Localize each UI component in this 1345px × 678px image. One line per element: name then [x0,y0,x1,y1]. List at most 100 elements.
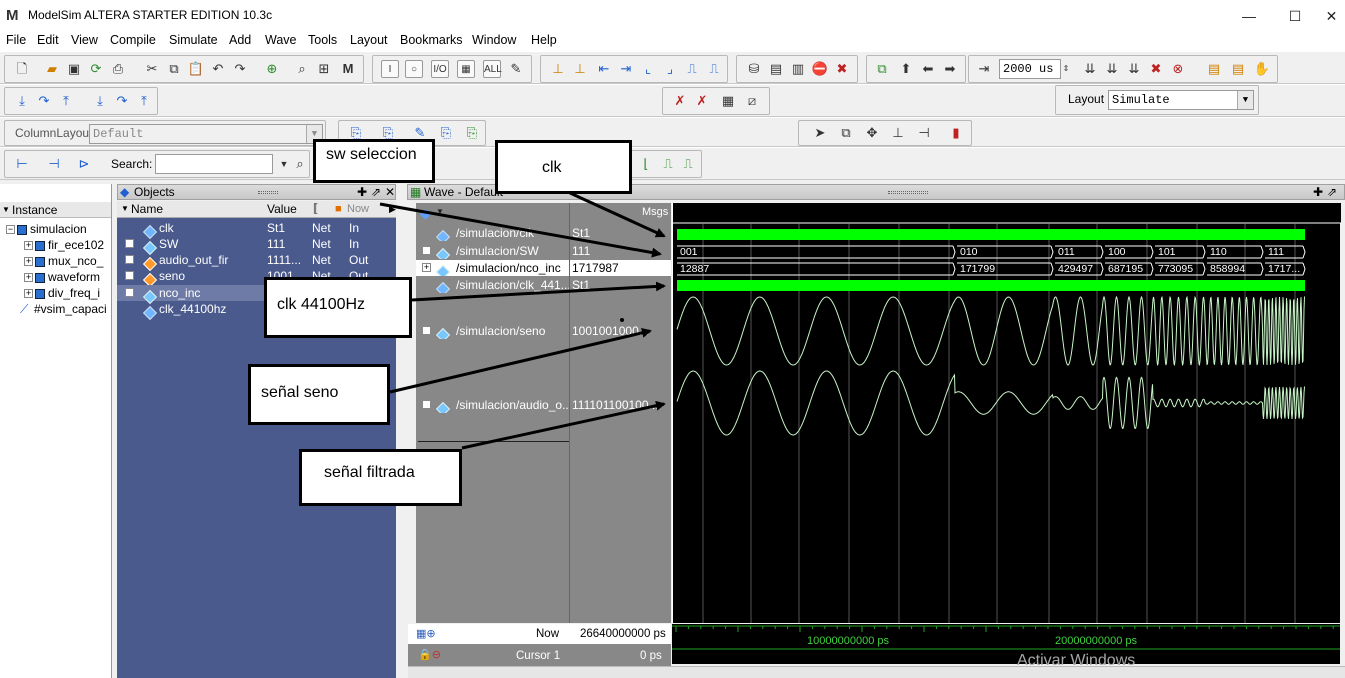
step-over-2-icon[interactable]: ↷ [35,92,53,110]
step-out-icon[interactable]: ⤒ [57,92,75,110]
pin-icon[interactable]: ✚ [1312,185,1324,199]
continue-icon[interactable]: ⇊ [1103,60,1121,78]
tree-expander[interactable]: − [6,225,15,235]
maximize-button[interactable]: ☐ [1272,4,1318,28]
menu-bookmarks[interactable]: Bookmarks [400,33,463,47]
find-prev-edge-icon[interactable]: ⌞ [639,60,657,78]
select-pointer-icon[interactable]: ➤ [811,124,829,142]
edit-mode-icon[interactable]: ⊥ [889,124,907,142]
print-icon[interactable]: ⎙ [109,60,127,78]
wave-copy-icon[interactable]: ⎘ [437,124,455,142]
wave-menu-icon[interactable]: ◆ [420,205,431,222]
save-icon[interactable]: ▣ [65,60,83,78]
tree-item-div-freq[interactable]: + div_freq_i [24,285,110,301]
wave-signal-row[interactable]: /simulacion/clk_441... [416,277,570,293]
edge-prev-icon[interactable]: ⌊ [637,155,655,173]
waveform-canvas[interactable]: 001 010 011 100 101 110 111 12887 171799 429497 6… [672,203,1341,623]
stop-run-icon[interactable]: ⊗ [1169,60,1187,78]
edge-find-icon[interactable]: ⎍ [679,155,697,173]
compile-selected-icon[interactable]: I/O [431,60,449,78]
menu-layout[interactable]: Layout [350,33,388,47]
cut-icon[interactable]: ✂ [143,60,161,78]
menu-window[interactable]: Window [472,33,516,47]
step-into-icon[interactable]: ⤓ [13,92,31,110]
object-row[interactable]: clk St1 Net In [117,220,396,239]
modelsim-icon[interactable]: M [339,60,357,78]
prev-transition-icon[interactable]: ⇤ [595,60,613,78]
forward-arrow-icon[interactable]: ➡ [941,60,959,78]
search-input[interactable] [155,154,273,174]
wave-paste-icon[interactable]: ⎘ [463,124,481,142]
tree-expander[interactable]: + [125,255,134,264]
object-row[interactable]: + audio_out_fir 1111... Net Out [117,252,396,271]
delete-cursor-icon[interactable]: ⊥ [571,60,589,78]
run-length-spinner-icon[interactable]: ⇕ [1061,60,1071,78]
menu-compile[interactable]: Compile [110,33,156,47]
undock-icon[interactable]: ⇗ [1326,185,1338,199]
undock-icon[interactable]: ⇗ [370,185,382,199]
open-folder-icon[interactable]: ▰ [43,60,61,78]
step-into-2-icon[interactable]: ⤓ [91,92,109,110]
dataflow-icon[interactable]: ⛁ [745,60,763,78]
run-icon[interactable]: ⇊ [1081,60,1099,78]
delete-all-icon[interactable]: ✗ [693,92,711,110]
new-file-icon[interactable]: 🗋 [13,60,31,78]
menu-wave[interactable]: Wave [265,33,297,47]
menu-simulate[interactable]: Simulate [169,33,218,47]
menu-tools[interactable]: Tools [308,33,337,47]
refresh-icon[interactable]: ⟳ [87,60,105,78]
simulate-icon[interactable]: ▦ [457,60,475,78]
menu-view[interactable]: View [71,33,98,47]
wave-signal-row[interactable]: + /simulacion/audio_o... [416,397,570,413]
up-arrow-icon[interactable]: ⬆ [897,60,915,78]
rising-edge-icon[interactable]: ⎍ [705,60,723,78]
list-icon[interactable]: ▥ [789,60,807,78]
tree-expander[interactable]: + [24,257,33,267]
column-layout-select[interactable]: Default ▼ [89,124,323,144]
minimize-button[interactable]: — [1226,4,1272,28]
tree-expander[interactable]: + [422,400,431,409]
structure-icon[interactable]: ⊞ [315,60,333,78]
break-icon[interactable]: ALL [483,60,502,78]
close-pane-icon[interactable]: ✕ [384,185,396,199]
timeline[interactable]: 10000000000 ps 20000000000 ps [672,624,1340,664]
search-binoculars-icon[interactable]: ⌕ [291,155,309,173]
tree-item-simulacion[interactable]: − simulacion [6,221,110,237]
insert-cursor-icon[interactable]: ⊥ [549,60,567,78]
chevron-down-icon[interactable]: ▼ [436,207,444,216]
layout-select[interactable]: Simulate ▼ [1108,90,1254,110]
step-over-icon[interactable]: ▤ [1229,60,1247,78]
wave-signal-row[interactable]: /simulacion/clk [416,225,570,241]
find-next-edge-icon[interactable]: ⌟ [661,60,679,78]
wave-signal-row[interactable]: + /simulacion/SW [416,243,570,259]
run-length-icon[interactable]: ⇥ [975,60,993,78]
tree-expander[interactable]: + [24,241,33,251]
step-over-3-icon[interactable]: ↷ [113,92,131,110]
column-now[interactable]: Now [347,201,369,217]
step-out-2-icon[interactable]: ⤒ [135,92,153,110]
clear-icon[interactable]: ⧄ [743,92,761,110]
falling-edge-icon[interactable]: ⎍ [683,60,701,78]
cursor-lock-icon[interactable]: 🔒⊖ [418,648,441,661]
tree-item-mux-nco[interactable]: + mux_nco_ [24,253,110,269]
undo-icon[interactable]: ↶ [209,60,227,78]
pin-icon[interactable]: ✚ [356,185,368,199]
tree-expander[interactable]: + [125,288,134,297]
tree-expander[interactable]: + [24,273,33,283]
hierarchy-down-icon[interactable]: ⊳ [75,155,93,173]
now-icons[interactable]: ▦⊕ [416,627,436,640]
break-sim-icon[interactable]: ✖ [833,60,851,78]
menu-file[interactable]: File [6,33,26,47]
object-row[interactable]: + SW 111 Net In [117,236,396,255]
tree-expander[interactable]: + [422,246,431,255]
column-value[interactable]: Value [267,201,297,217]
chevron-down-icon[interactable]: ▼ [1237,91,1253,109]
step-icon[interactable]: ▤ [1205,60,1223,78]
scroll-right-icon[interactable]: ▶ [389,201,396,217]
tree-expander[interactable]: + [422,326,431,335]
horizontal-scrollbar[interactable] [408,666,1345,678]
redo-icon[interactable]: ↷ [231,60,249,78]
left-arrow-icon[interactable]: ⬅ [919,60,937,78]
find-icon[interactable]: ⌕ [293,60,311,78]
restart-icon[interactable]: ⧉ [873,60,891,78]
